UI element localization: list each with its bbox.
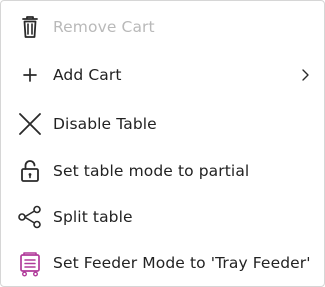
menu-item-remove-cart[interactable]: Remove Cart (1, 4, 324, 50)
menu-item-label: Disable Table (53, 115, 157, 133)
chevron-right-icon (300, 68, 310, 82)
share-icon (15, 202, 45, 232)
menu-item-label: Remove Cart (53, 18, 155, 36)
menu-item-set-table-mode-partial[interactable]: Set table mode to partial (1, 148, 324, 194)
trash-icon (15, 12, 45, 42)
close-icon (15, 109, 45, 139)
tray-feeder-icon (15, 248, 45, 278)
menu-item-set-feeder-mode[interactable]: Set Feeder Mode to 'Tray Feeder' (1, 240, 324, 286)
context-menu: Remove Cart Add Cart Disable Table Set t… (0, 0, 325, 287)
menu-item-split-table[interactable]: Split table (1, 194, 324, 240)
menu-item-disable-table[interactable]: Disable Table (1, 101, 324, 147)
plus-icon (15, 60, 45, 90)
menu-item-add-cart[interactable]: Add Cart (1, 52, 324, 98)
unlock-icon (15, 156, 45, 186)
menu-item-label: Add Cart (53, 66, 122, 84)
menu-item-label: Set table mode to partial (53, 162, 250, 180)
menu-item-label: Split table (53, 208, 133, 226)
menu-item-label: Set Feeder Mode to 'Tray Feeder' (53, 254, 311, 272)
